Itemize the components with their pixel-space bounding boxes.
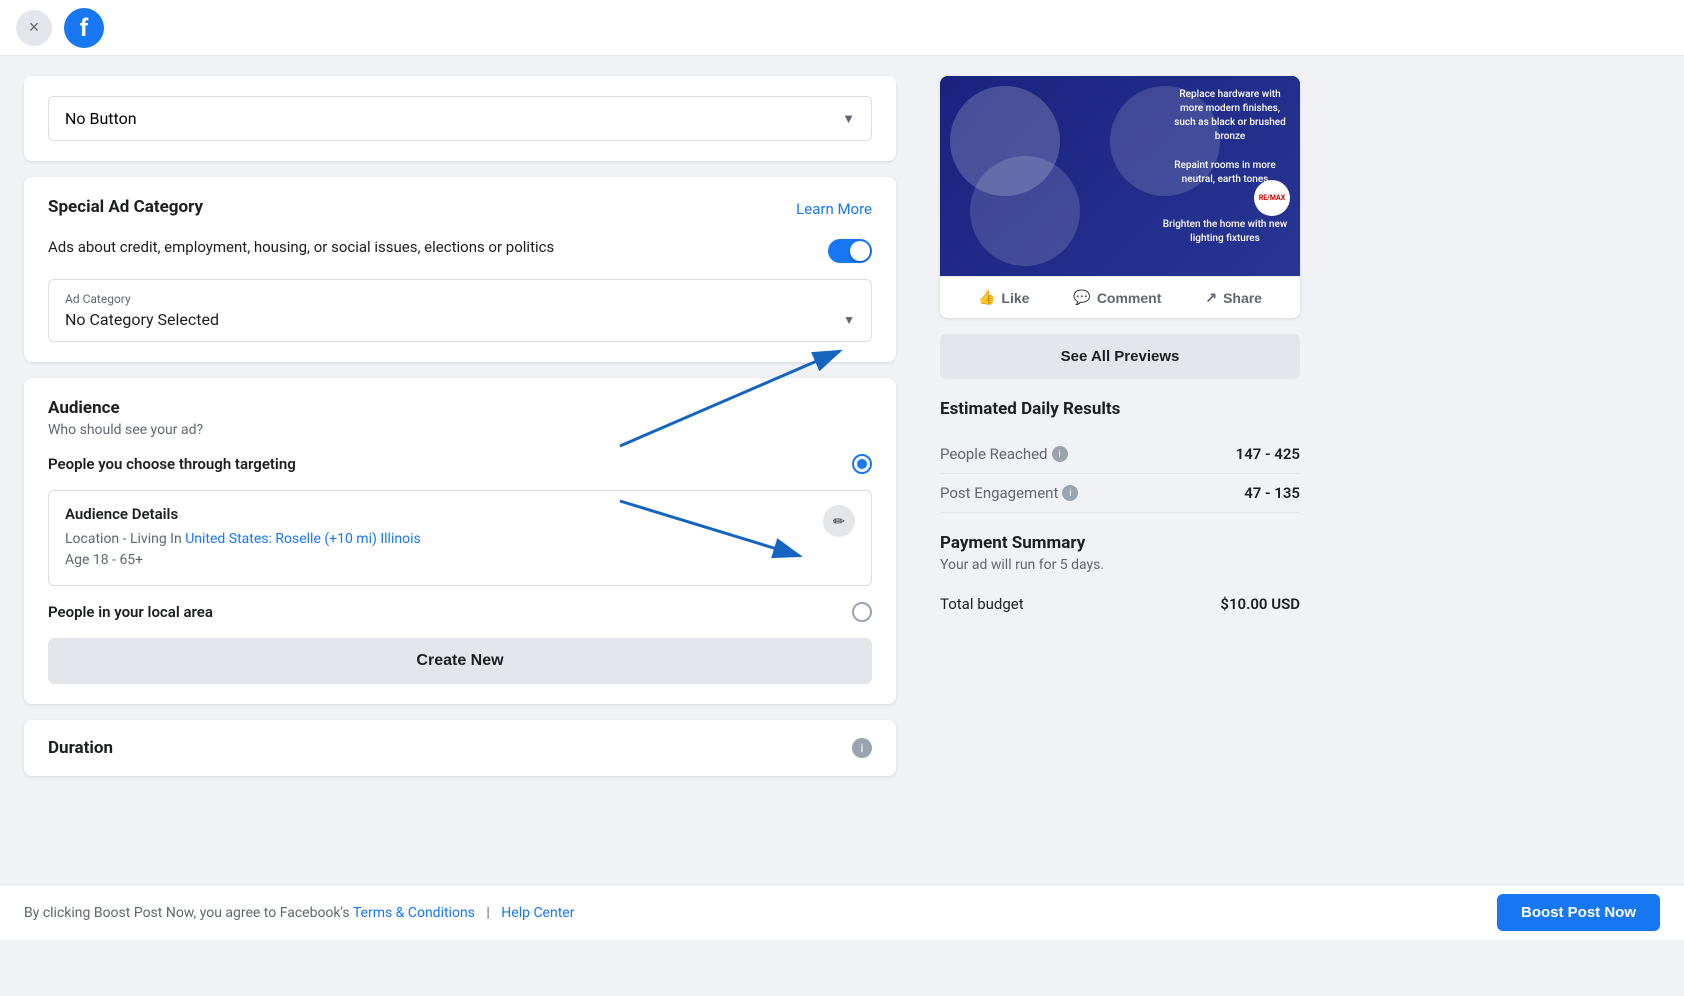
- audience-title: Audience: [48, 398, 872, 418]
- estimated-results: Estimated Daily Results People Reached i…: [940, 399, 1300, 513]
- close-icon: ×: [29, 17, 40, 38]
- chevron-down-icon: ▼: [843, 313, 855, 327]
- payment-summary: Payment Summary Your ad will run for 5 d…: [940, 533, 1300, 623]
- like-button[interactable]: 👍 Like: [978, 289, 1029, 306]
- total-budget-row: Total budget $10.00 USD: [940, 585, 1300, 623]
- post-engagement-label: Post Engagement i: [940, 484, 1078, 502]
- ad-category-value: No Category Selected: [65, 310, 219, 329]
- ad-toggle[interactable]: [828, 239, 872, 263]
- ad-category-label: Ad Category: [65, 292, 855, 306]
- local-area-radio[interactable]: [852, 602, 872, 622]
- ad-actions: 👍 Like 💬 Comment ↗ Share: [940, 276, 1300, 318]
- comment-icon: 💬: [1073, 289, 1090, 306]
- info-icon-engagement[interactable]: i: [1062, 485, 1078, 501]
- edit-audience-button[interactable]: ✏: [823, 505, 855, 537]
- audience-subtitle: Who should see your ad?: [48, 422, 872, 438]
- audience-details-content: Audience Details Location - Living In Un…: [65, 505, 823, 571]
- people-reached-label: People Reached i: [940, 445, 1068, 463]
- total-budget-label: Total budget: [940, 595, 1024, 613]
- see-all-previews-button[interactable]: See All Previews: [940, 334, 1300, 379]
- left-panel: No Button ▼ Special Ad Category Learn Mo…: [0, 56, 920, 884]
- payment-title: Payment Summary: [940, 533, 1300, 553]
- facebook-logo: f: [64, 8, 104, 48]
- audience-card: Audience Who should see your ad? People …: [24, 378, 896, 704]
- create-new-button[interactable]: Create New: [48, 638, 872, 684]
- chevron-down-icon: ▼: [842, 111, 855, 127]
- comment-button[interactable]: 💬 Comment: [1073, 289, 1161, 306]
- age-text: Age 18 - 65+: [65, 552, 143, 568]
- duration-info-icon[interactable]: i: [852, 738, 872, 758]
- audience-details-box: Audience Details Location - Living In Un…: [48, 490, 872, 586]
- no-button-value: No Button: [65, 109, 137, 128]
- people-reached-value: 147 - 425: [1236, 445, 1300, 463]
- no-button-card: No Button ▼: [24, 76, 896, 161]
- remax-logo: RE/MAX: [1254, 180, 1290, 216]
- header-bar: × f: [0, 0, 1684, 56]
- total-budget-value: $10.00 USD: [1220, 595, 1300, 613]
- card-header: Special Ad Category Learn More: [48, 197, 872, 221]
- ad-preview-card: Replace hardware with more modern finish…: [940, 76, 1300, 318]
- ad-circle-3: [970, 156, 1080, 266]
- duration-title: Duration: [48, 738, 113, 758]
- close-button[interactable]: ×: [16, 10, 52, 46]
- post-engagement-row: Post Engagement i 47 - 135: [940, 474, 1300, 513]
- share-button[interactable]: ↗ Share: [1205, 289, 1262, 306]
- terms-link[interactable]: Terms & Conditions: [353, 905, 475, 921]
- targeting-option: People you choose through targeting: [48, 454, 872, 474]
- info-icon-people[interactable]: i: [1052, 446, 1068, 462]
- location-text: Location - Living In: [65, 531, 182, 547]
- people-reached-row: People Reached i 147 - 425: [940, 435, 1300, 474]
- estimated-title: Estimated Daily Results: [940, 399, 1300, 419]
- edit-icon: ✏: [833, 513, 845, 530]
- ad-category-dropdown[interactable]: Ad Category No Category Selected ▼: [48, 279, 872, 342]
- toggle-text: Ads about credit, employment, housing, o…: [48, 237, 554, 258]
- ad-image-bg: Replace hardware with more modern finish…: [940, 76, 1300, 276]
- payment-subtitle: Your ad will run for 5 days.: [940, 557, 1300, 573]
- special-ad-category-card: Special Ad Category Learn More Ads about…: [24, 177, 896, 362]
- no-button-dropdown[interactable]: No Button ▼: [48, 96, 872, 141]
- radio-inner: [857, 459, 867, 469]
- local-area-option: People in your local area: [48, 602, 872, 622]
- targeting-label: People you choose through targeting: [48, 455, 296, 473]
- learn-more-link[interactable]: Learn More: [796, 200, 872, 218]
- bottom-bar: By clicking Boost Post Now, you agree to…: [0, 884, 1684, 940]
- ad-text-3: Brighten the home with new lighting fixt…: [1160, 218, 1290, 246]
- duration-card: Duration i: [24, 720, 896, 776]
- targeting-radio[interactable]: [852, 454, 872, 474]
- audience-details-text: Location - Living In United States: Rose…: [65, 529, 823, 571]
- footer-before-text: By clicking Boost Post Now, you agree to…: [24, 905, 350, 921]
- post-engagement-value: 47 - 135: [1244, 484, 1300, 502]
- share-icon: ↗: [1205, 289, 1217, 306]
- boost-post-button[interactable]: Boost Post Now: [1497, 894, 1660, 931]
- ad-image: Replace hardware with more modern finish…: [940, 76, 1300, 276]
- footer-text: By clicking Boost Post Now, you agree to…: [24, 905, 574, 921]
- footer-separator: |: [486, 905, 489, 921]
- location-link[interactable]: United States: Roselle (+10 mi) Illinois: [185, 531, 421, 547]
- toggle-row: Ads about credit, employment, housing, o…: [48, 237, 872, 263]
- special-ad-title: Special Ad Category: [48, 197, 203, 217]
- audience-details-title: Audience Details: [65, 505, 823, 523]
- ad-category-value-row: No Category Selected ▼: [65, 310, 855, 329]
- local-area-label: People in your local area: [48, 603, 213, 621]
- right-panel: Replace hardware with more modern finish…: [920, 56, 1320, 884]
- like-icon: 👍: [978, 289, 995, 306]
- ad-text-1: Replace hardware with more modern finish…: [1170, 88, 1290, 144]
- main-layout: No Button ▼ Special Ad Category Learn Mo…: [0, 56, 1684, 884]
- help-center-link[interactable]: Help Center: [501, 905, 574, 921]
